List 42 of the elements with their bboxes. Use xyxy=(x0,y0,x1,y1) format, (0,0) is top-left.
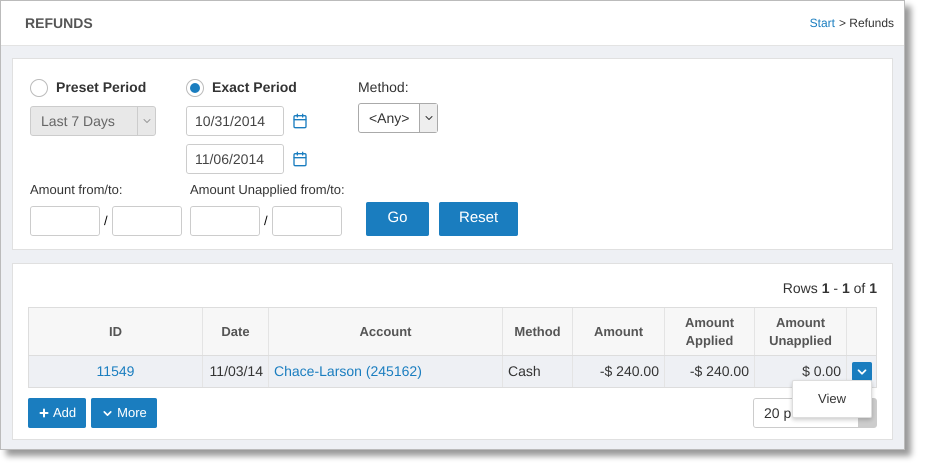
column-header: Method xyxy=(503,308,573,355)
column-header: Date xyxy=(203,308,269,355)
method-label: Method: xyxy=(358,78,410,95)
view-menu-item[interactable]: View xyxy=(818,389,846,408)
table-cell-text: -$ 240.00 xyxy=(600,362,659,381)
table-cell-text: Cash xyxy=(508,362,541,381)
column-header: Amount xyxy=(573,308,665,355)
go-button[interactable]: Go xyxy=(366,202,429,236)
id-link[interactable]: 11549 xyxy=(96,361,134,382)
range-separator: / xyxy=(104,212,108,230)
column-header: Amount Unapplied xyxy=(755,308,847,355)
page-title: REFUNDS xyxy=(25,14,93,32)
radio-button[interactable] xyxy=(30,78,48,96)
reset-button[interactable]: Reset xyxy=(439,202,518,236)
radio-button[interactable] xyxy=(186,78,204,96)
account-link[interactable]: Chace-Larson (245162) xyxy=(274,361,422,382)
column-header: Amount Applied xyxy=(665,308,755,355)
table-cell-text: -$ 240.00 xyxy=(690,362,749,381)
input-field[interactable] xyxy=(272,206,342,236)
row-menu-button[interactable] xyxy=(852,362,872,381)
radio-label: Preset Period xyxy=(56,78,146,97)
column-header: ID xyxy=(29,308,203,355)
input-field[interactable] xyxy=(190,206,260,236)
input-field[interactable] xyxy=(30,206,100,236)
table-cell-text: $ 0.00 xyxy=(802,362,841,381)
range-label: Amount Unapplied from/to: xyxy=(190,181,346,199)
radio-label: Exact Period xyxy=(212,78,297,97)
plus-icon xyxy=(38,407,50,419)
column-header: Account xyxy=(269,308,503,355)
input-field[interactable] xyxy=(112,206,182,236)
date-field[interactable]: 11/06/2014 xyxy=(186,144,284,174)
more-button[interactable]: More xyxy=(91,398,157,428)
calendar-icon[interactable] xyxy=(292,113,308,129)
table-cell-text: 11/03/14 xyxy=(210,362,263,381)
method-select[interactable]: <Any> xyxy=(358,103,438,133)
breadcrumb-link[interactable]: Start xyxy=(810,14,835,32)
add-button[interactable]: Add xyxy=(28,398,86,428)
date-field[interactable]: 10/31/2014 xyxy=(186,106,284,136)
breadcrumb-current: > Refunds xyxy=(838,15,894,32)
calendar-icon[interactable] xyxy=(292,151,308,167)
rows-info: Rows 1 - 1 of 1 xyxy=(782,279,877,298)
range-separator: / xyxy=(264,212,268,230)
